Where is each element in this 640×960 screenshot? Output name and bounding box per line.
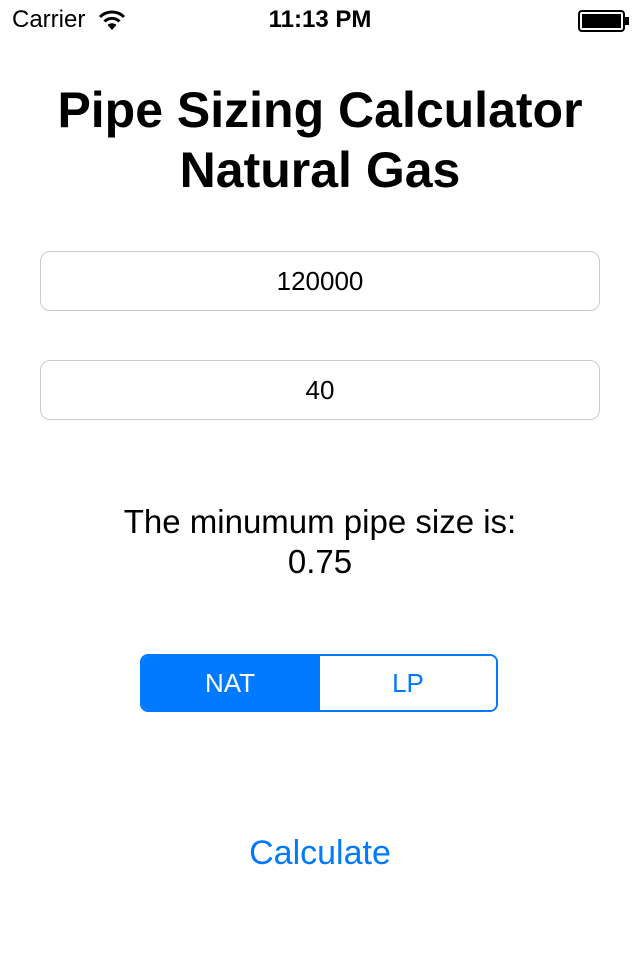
- app-screen: Carrier 11:13 PM Pipe Sizing Calculator …: [0, 0, 640, 960]
- status-bar: Carrier 11:13 PM: [0, 0, 640, 40]
- result-display: The minumum pipe size is: 0.75: [0, 502, 640, 582]
- gas-type-segmented-control: NAT LP: [140, 654, 498, 712]
- title-line-main: Pipe Sizing Calculator: [57, 82, 583, 138]
- battery-icon: [578, 10, 629, 32]
- result-label: The minumum pipe size is:: [123, 503, 517, 540]
- btu-input[interactable]: [40, 251, 600, 311]
- title-line-gas-type: Natural Gas: [179, 142, 461, 198]
- segment-nat[interactable]: NAT: [142, 656, 318, 710]
- status-time: 11:13 PM: [268, 6, 372, 33]
- calculate-button[interactable]: Calculate: [220, 830, 420, 876]
- pipe-length-input[interactable]: [40, 360, 600, 420]
- result-value: 0.75: [287, 543, 353, 580]
- segment-lp[interactable]: LP: [318, 656, 496, 710]
- page-title: Pipe Sizing Calculator Natural Gas: [0, 80, 640, 200]
